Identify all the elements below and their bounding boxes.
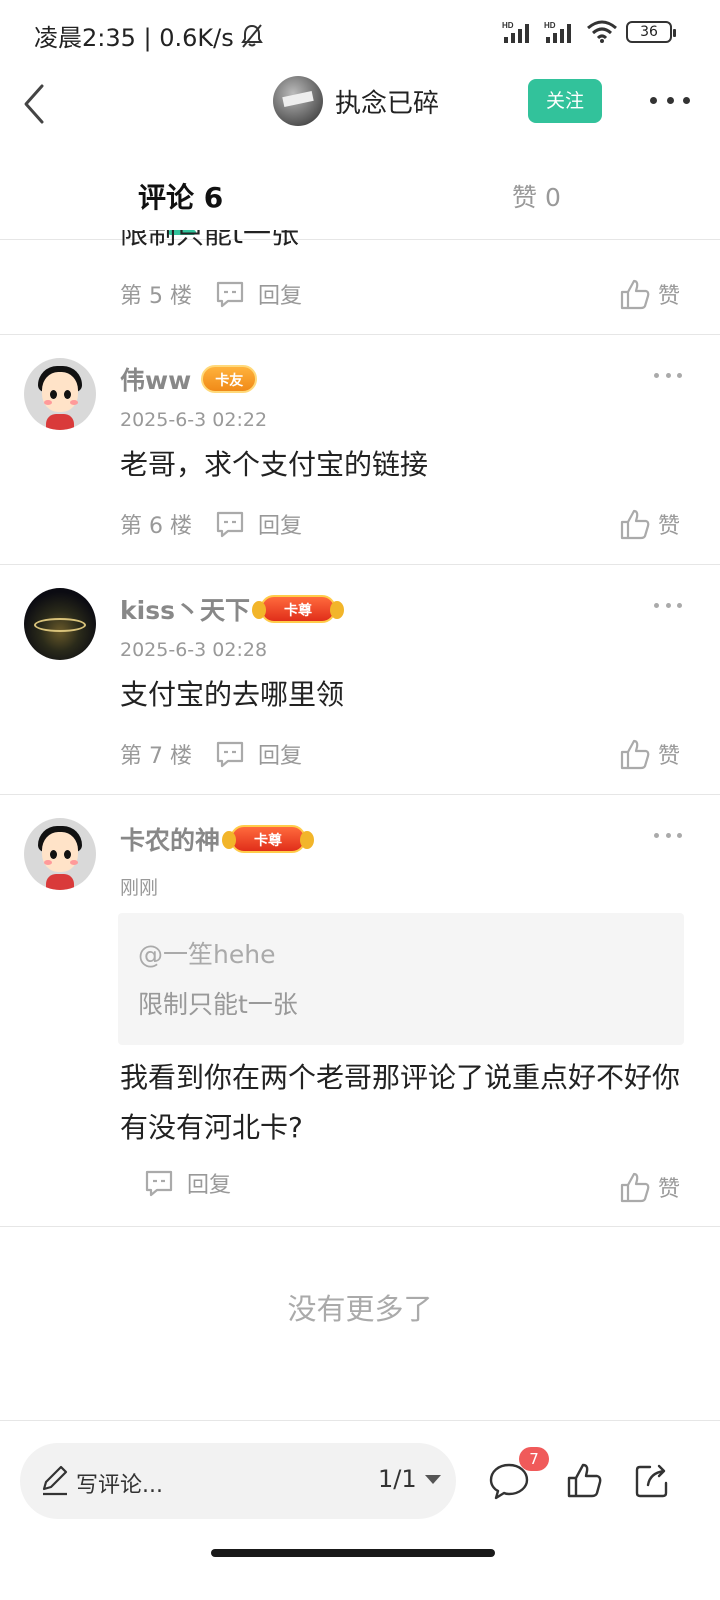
page-selector[interactable]: 1/1 — [378, 1465, 441, 1493]
battery-icon: 36 — [626, 21, 676, 43]
floor-label: 第 5 楼 — [120, 284, 192, 309]
back-button[interactable] — [14, 78, 58, 126]
page-title: 执念已碎 — [335, 88, 440, 119]
thumbs-up-icon[interactable] — [566, 1461, 602, 1499]
header: 执念已碎 关注 — [0, 70, 720, 136]
header-user[interactable]: 执念已碎 — [273, 76, 439, 126]
level-badge: 卡尊 — [251, 595, 344, 623]
signal-icon-2: HD — [544, 21, 571, 43]
reply-button[interactable]: 回复 — [214, 738, 302, 770]
reply-button[interactable]: 回复 — [214, 278, 302, 310]
avatar[interactable] — [24, 358, 96, 430]
pencil-icon — [42, 1465, 68, 1496]
comment-more-button[interactable] — [654, 833, 682, 843]
username[interactable]: 伟ww 卡友 — [120, 361, 258, 397]
quote-username: @一笙hehe — [138, 940, 276, 969]
quoted-comment[interactable]: @一笙hehe 限制只能t一张 — [118, 913, 684, 1045]
like-label: 赞 — [658, 1177, 681, 1202]
write-comment-label: 写评论... — [76, 1473, 163, 1498]
comment-item: 限制只能t一张 第 5 楼 回复 赞 — [0, 230, 720, 335]
comment-count-badge: 7 — [519, 1447, 549, 1471]
thumbs-up-icon — [620, 509, 650, 540]
username[interactable]: 卡农的神 卡尊 — [120, 821, 315, 857]
comment-time: 2025-6-3 02:22 — [120, 409, 268, 431]
dot-icon — [650, 96, 657, 104]
avatar[interactable] — [24, 588, 96, 660]
floor-label: 第 7 楼 — [120, 744, 192, 769]
svg-text:HD: HD — [544, 21, 556, 30]
like-button[interactable]: 赞 — [620, 1171, 680, 1203]
thumbs-up-icon — [620, 739, 650, 770]
reply-button[interactable]: 回复 — [214, 508, 302, 540]
quote-text: 限制只能t一张 — [138, 990, 298, 1019]
like-label: 赞 — [658, 744, 681, 769]
follow-button[interactable]: 关注 — [528, 79, 602, 123]
signal-icon: HD — [502, 21, 529, 43]
avatar[interactable] — [24, 818, 96, 890]
no-more-label: 没有更多了 — [287, 1292, 433, 1326]
like-button[interactable]: 赞 — [620, 278, 680, 310]
reply-label: 回复 — [187, 1173, 232, 1198]
chevron-left-icon — [24, 84, 44, 124]
home-indicator[interactable] — [211, 1549, 495, 1557]
status-time-speed: 凌晨2:35 | 0.6K/s — [34, 24, 234, 52]
tab-bar: 评论 6 赞 0 — [0, 170, 720, 240]
like-label: 赞 — [658, 284, 681, 309]
reply-label: 回复 — [258, 744, 303, 769]
reply-button[interactable]: 回复 — [143, 1167, 231, 1199]
more-options-button[interactable] — [650, 88, 690, 112]
comment-item: 卡农的神 卡尊 刚刚 @一笙hehe 限制只能t一张 我看到你在两个老哥那评论了… — [0, 795, 720, 1227]
floor-label: 第 6 楼 — [120, 514, 192, 539]
comment-item: 伟ww 卡友 2025-6-3 02:22 老哥，求个支付宝的链接 第 6 楼 … — [0, 335, 720, 565]
thumbs-up-icon — [620, 279, 650, 310]
reply-icon — [216, 281, 244, 308]
level-badge: 卡尊 — [222, 825, 315, 853]
tab-likes[interactable]: 赞 0 — [512, 178, 561, 214]
reply-icon — [145, 1170, 173, 1197]
comment-time: 2025-6-3 02:28 — [120, 639, 268, 661]
level-badge: 卡友 — [201, 365, 258, 393]
avatar[interactable] — [273, 76, 323, 126]
mute-bell-icon — [240, 23, 263, 48]
dot-icon — [683, 96, 690, 104]
comment-item: kiss丶天下 卡尊 2025-6-3 02:28 支付宝的去哪里领 第 7 楼… — [0, 565, 720, 795]
tab-comments[interactable]: 评论 6 — [138, 176, 223, 216]
svg-text:HD: HD — [502, 21, 514, 30]
reply-label: 回复 — [258, 514, 303, 539]
comment-text-partial: 限制只能t一张 — [120, 230, 299, 246]
status-bar: 凌晨2:35 | 0.6K/s HD HD 36 — [0, 0, 720, 70]
comment-text: 老哥，求个支付宝的链接 — [120, 448, 429, 481]
like-button[interactable]: 赞 — [620, 738, 680, 770]
status-left: 凌晨2:35 | 0.6K/s — [34, 18, 264, 53]
comment-more-button[interactable] — [654, 603, 682, 613]
thumbs-up-icon — [620, 1172, 650, 1203]
wifi-icon — [587, 20, 617, 43]
caret-down-icon — [424, 1474, 441, 1484]
comment-more-button[interactable] — [654, 373, 682, 383]
reply-icon — [216, 741, 244, 768]
dot-icon — [666, 96, 674, 104]
share-icon[interactable] — [634, 1461, 672, 1499]
reply-icon — [216, 511, 244, 538]
status-right: HD HD 36 — [502, 20, 676, 44]
comment-text: 支付宝的去哪里领 — [120, 678, 345, 711]
like-label: 赞 — [658, 514, 681, 539]
username[interactable]: kiss丶天下 卡尊 — [120, 591, 344, 627]
comment-text: 我看到你在两个老哥那评论了说重点好不好你有没有河北卡? — [120, 1061, 681, 1144]
reply-label: 回复 — [258, 284, 303, 309]
comment-time: 刚刚 — [120, 877, 159, 899]
page-number: 1/1 — [378, 1465, 417, 1493]
comment-input[interactable]: 写评论... 1/1 — [20, 1443, 456, 1519]
bottom-bar: 写评论... 1/1 7 — [0, 1420, 720, 1600]
like-button[interactable]: 赞 — [620, 508, 680, 540]
